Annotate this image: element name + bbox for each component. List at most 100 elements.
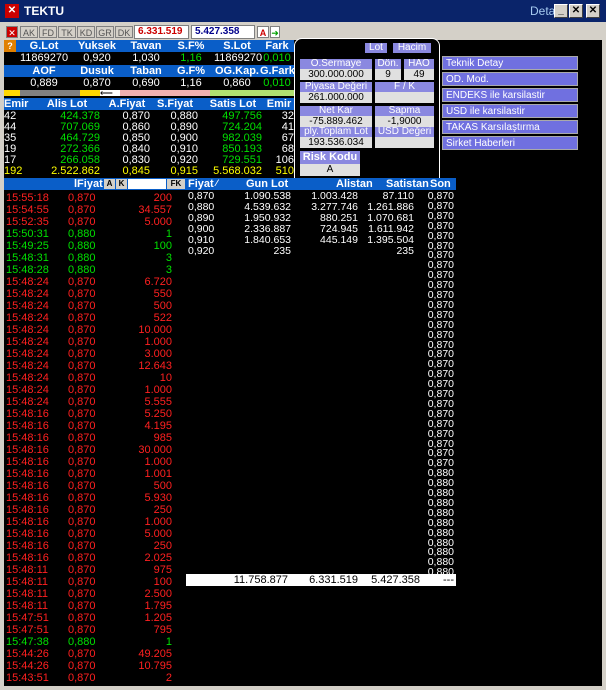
depth-header-3[interactable]: S.Fiyat [152,98,198,110]
trade-time: 15:48:24 [6,348,49,360]
toolbar-button-ak[interactable]: AK [20,26,38,38]
trades-price-header[interactable]: lFiyat [74,178,103,190]
trade-row[interactable]: 15:48:31 0,880 3 [6,252,184,264]
trade-row[interactable]: 15:48:16 0,870 1.000 [6,516,184,528]
trade-row[interactable]: 15:48:16 0,870 5.000 [6,528,184,540]
depth-header-1[interactable]: Alis Lot [34,98,100,110]
trade-row[interactable]: 15:47:51 0,870 1.205 [6,612,184,624]
minimize-icon[interactable]: _ [554,4,568,18]
trade-lot: 550 [153,288,172,300]
stats-values-2: 0,889 0,870 0,690 1,16 0,860 0,010 [4,77,294,89]
toolbar-button-tk[interactable]: TK [58,26,76,38]
trade-row[interactable]: 15:48:24 0,870 522 [6,312,184,324]
trade-row[interactable]: 15:50:31 0,880 1 [6,228,184,240]
filter-input[interactable] [128,179,166,189]
trade-row[interactable]: 15:48:24 0,870 550 [6,288,184,300]
trade-lot: 1.205 [144,612,172,624]
close-icon[interactable]: ✕ [6,26,18,38]
menu-item[interactable]: ENDEKS ile karsilastir [442,88,578,102]
price-header-1[interactable]: Gun Lot [246,178,288,190]
trade-time: 15:48:28 [6,264,49,276]
menu-item[interactable]: Sirket Haberleri [442,136,578,150]
trade-row[interactable]: 15:48:11 0,870 2.500 [6,588,184,600]
toolbar-button-kd[interactable]: KD [77,26,95,38]
trade-price: 0,870 [68,348,96,360]
toolbar-button-fd[interactable]: FD [39,26,57,38]
trade-row[interactable]: 15:48:16 0,870 1.001 [6,468,184,480]
trade-row[interactable]: 15:48:16 0,870 985 [6,432,184,444]
price-row[interactable]: 0,920 235 235 [186,246,416,257]
price-row[interactable]: 0,900 2.336.887 724.945 1.611.942 [186,224,416,235]
toolbar-button-dk[interactable]: DK [115,26,133,38]
trade-time: 15:48:16 [6,540,49,552]
trade-row[interactable]: 15:48:16 0,870 30.000 [6,444,184,456]
lot-button[interactable]: Lot [365,43,387,53]
menu-item[interactable]: USD ile karsilastir [442,104,578,118]
close-icon[interactable]: ✕ [586,4,600,18]
trade-row[interactable]: 15:48:24 0,870 10.000 [6,324,184,336]
trade-price: 0,870 [68,288,96,300]
price-row[interactable]: 0,870 1.090.538 1.003.428 87.110 [186,191,416,202]
close-icon[interactable]: ✕ [569,4,583,18]
trade-row[interactable]: 15:48:24 0,870 500 [6,300,184,312]
trade-lot: 250 [153,540,172,552]
trade-row[interactable]: 15:47:38 0,880 1 [6,636,184,648]
trade-row[interactable]: 15:48:11 0,870 100 [6,576,184,588]
trade-row[interactable]: 15:48:16 0,870 1.000 [6,456,184,468]
help-icon[interactable]: ? [4,40,16,52]
trade-row[interactable]: 15:48:16 0,870 250 [6,540,184,552]
price-header-3[interactable]: Satistan [386,178,429,190]
menu-item[interactable]: Teknik Detay [442,56,578,70]
trade-lot: 2.500 [144,588,172,600]
hacim-button[interactable]: Hacim [393,43,431,53]
trade-row[interactable]: 15:44:26 0,870 10.795 [6,660,184,672]
trade-row[interactable]: 15:48:24 0,870 12.643 [6,360,184,372]
app-icon: ✕ [5,4,19,18]
menu-item[interactable]: OD. Mod. [442,72,578,86]
trade-row[interactable]: 15:48:16 0,870 5.930 [6,492,184,504]
trade-row[interactable]: 15:48:24 0,870 1.000 [6,336,184,348]
trade-row[interactable]: 15:48:16 0,870 2.025 [6,552,184,564]
a-filter-button[interactable]: A [104,179,115,189]
trade-row[interactable]: 15:48:16 0,870 4.195 [6,420,184,432]
fk-button[interactable]: FK [167,179,185,189]
trade-time: 15:48:24 [6,336,49,348]
a-button[interactable]: A [257,26,269,38]
price-row[interactable]: 0,890 1.950.932 880.251 1.070.681 [186,213,416,224]
trade-lot: 5.250 [144,408,172,420]
trade-row[interactable]: 15:48:24 0,870 1.000 [6,384,184,396]
trade-row[interactable]: 15:49:25 0,880 100 [6,240,184,252]
trade-row[interactable]: 15:48:11 0,870 975 [6,564,184,576]
price-row[interactable]: 0,880 4.539.632 3.277.746 1.261.886 [186,202,416,213]
trade-row[interactable]: 15:48:24 0,870 10 [6,372,184,384]
trade-row[interactable]: 15:48:28 0,880 3 [6,264,184,276]
trade-time: 15:48:24 [6,300,49,312]
trade-row[interactable]: 15:48:24 0,870 3.000 [6,348,184,360]
trade-row[interactable]: 15:48:16 0,870 250 [6,504,184,516]
trade-row[interactable]: 15:44:26 0,870 49.205 [6,648,184,660]
toolbar-button-gr[interactable]: GR [96,26,114,38]
depth-header-0[interactable]: Emir [4,98,34,110]
depth-header-5[interactable]: Emir [264,98,294,110]
depth-header-2[interactable]: A.Fiyat [104,98,150,110]
trade-row[interactable]: 15:48:11 0,870 1.795 [6,600,184,612]
depth-header-4[interactable]: Satis Lot [204,98,262,110]
trade-row[interactable]: 15:52:35 0,870 5.000 [6,216,184,228]
sort-icon[interactable]: ⁄ [216,178,218,188]
trade-row[interactable]: 15:43:51 0,870 2 [6,672,184,684]
depth-row[interactable]: 192 2.522.862 0,845 0,915 5.568.032 510 [4,165,294,177]
trade-row[interactable]: 15:48:16 0,870 500 [6,480,184,492]
trade-row[interactable]: 15:55:18 0,870 200 [6,192,184,204]
trade-row[interactable]: 15:54:55 0,870 34.557 [6,204,184,216]
trade-row[interactable]: 15:48:24 0,870 6.720 [6,276,184,288]
trade-row[interactable]: 15:47:51 0,870 795 [6,624,184,636]
price-row[interactable]: 0,910 1.840.653 445.149 1.395.504 [186,235,416,246]
menu-item[interactable]: TAKAS Karsılaştırma [442,120,578,134]
price-header-4[interactable]: Son [430,178,451,190]
price-header-2[interactable]: Alistan [336,178,373,190]
arrow-icon[interactable]: ➜ [270,26,280,38]
trade-row[interactable]: 15:48:16 0,870 5.250 [6,408,184,420]
price-header-0[interactable]: Fiyat [188,178,214,190]
trade-row[interactable]: 15:48:24 0,870 5.555 [6,396,184,408]
k-filter-button[interactable]: K [116,179,127,189]
